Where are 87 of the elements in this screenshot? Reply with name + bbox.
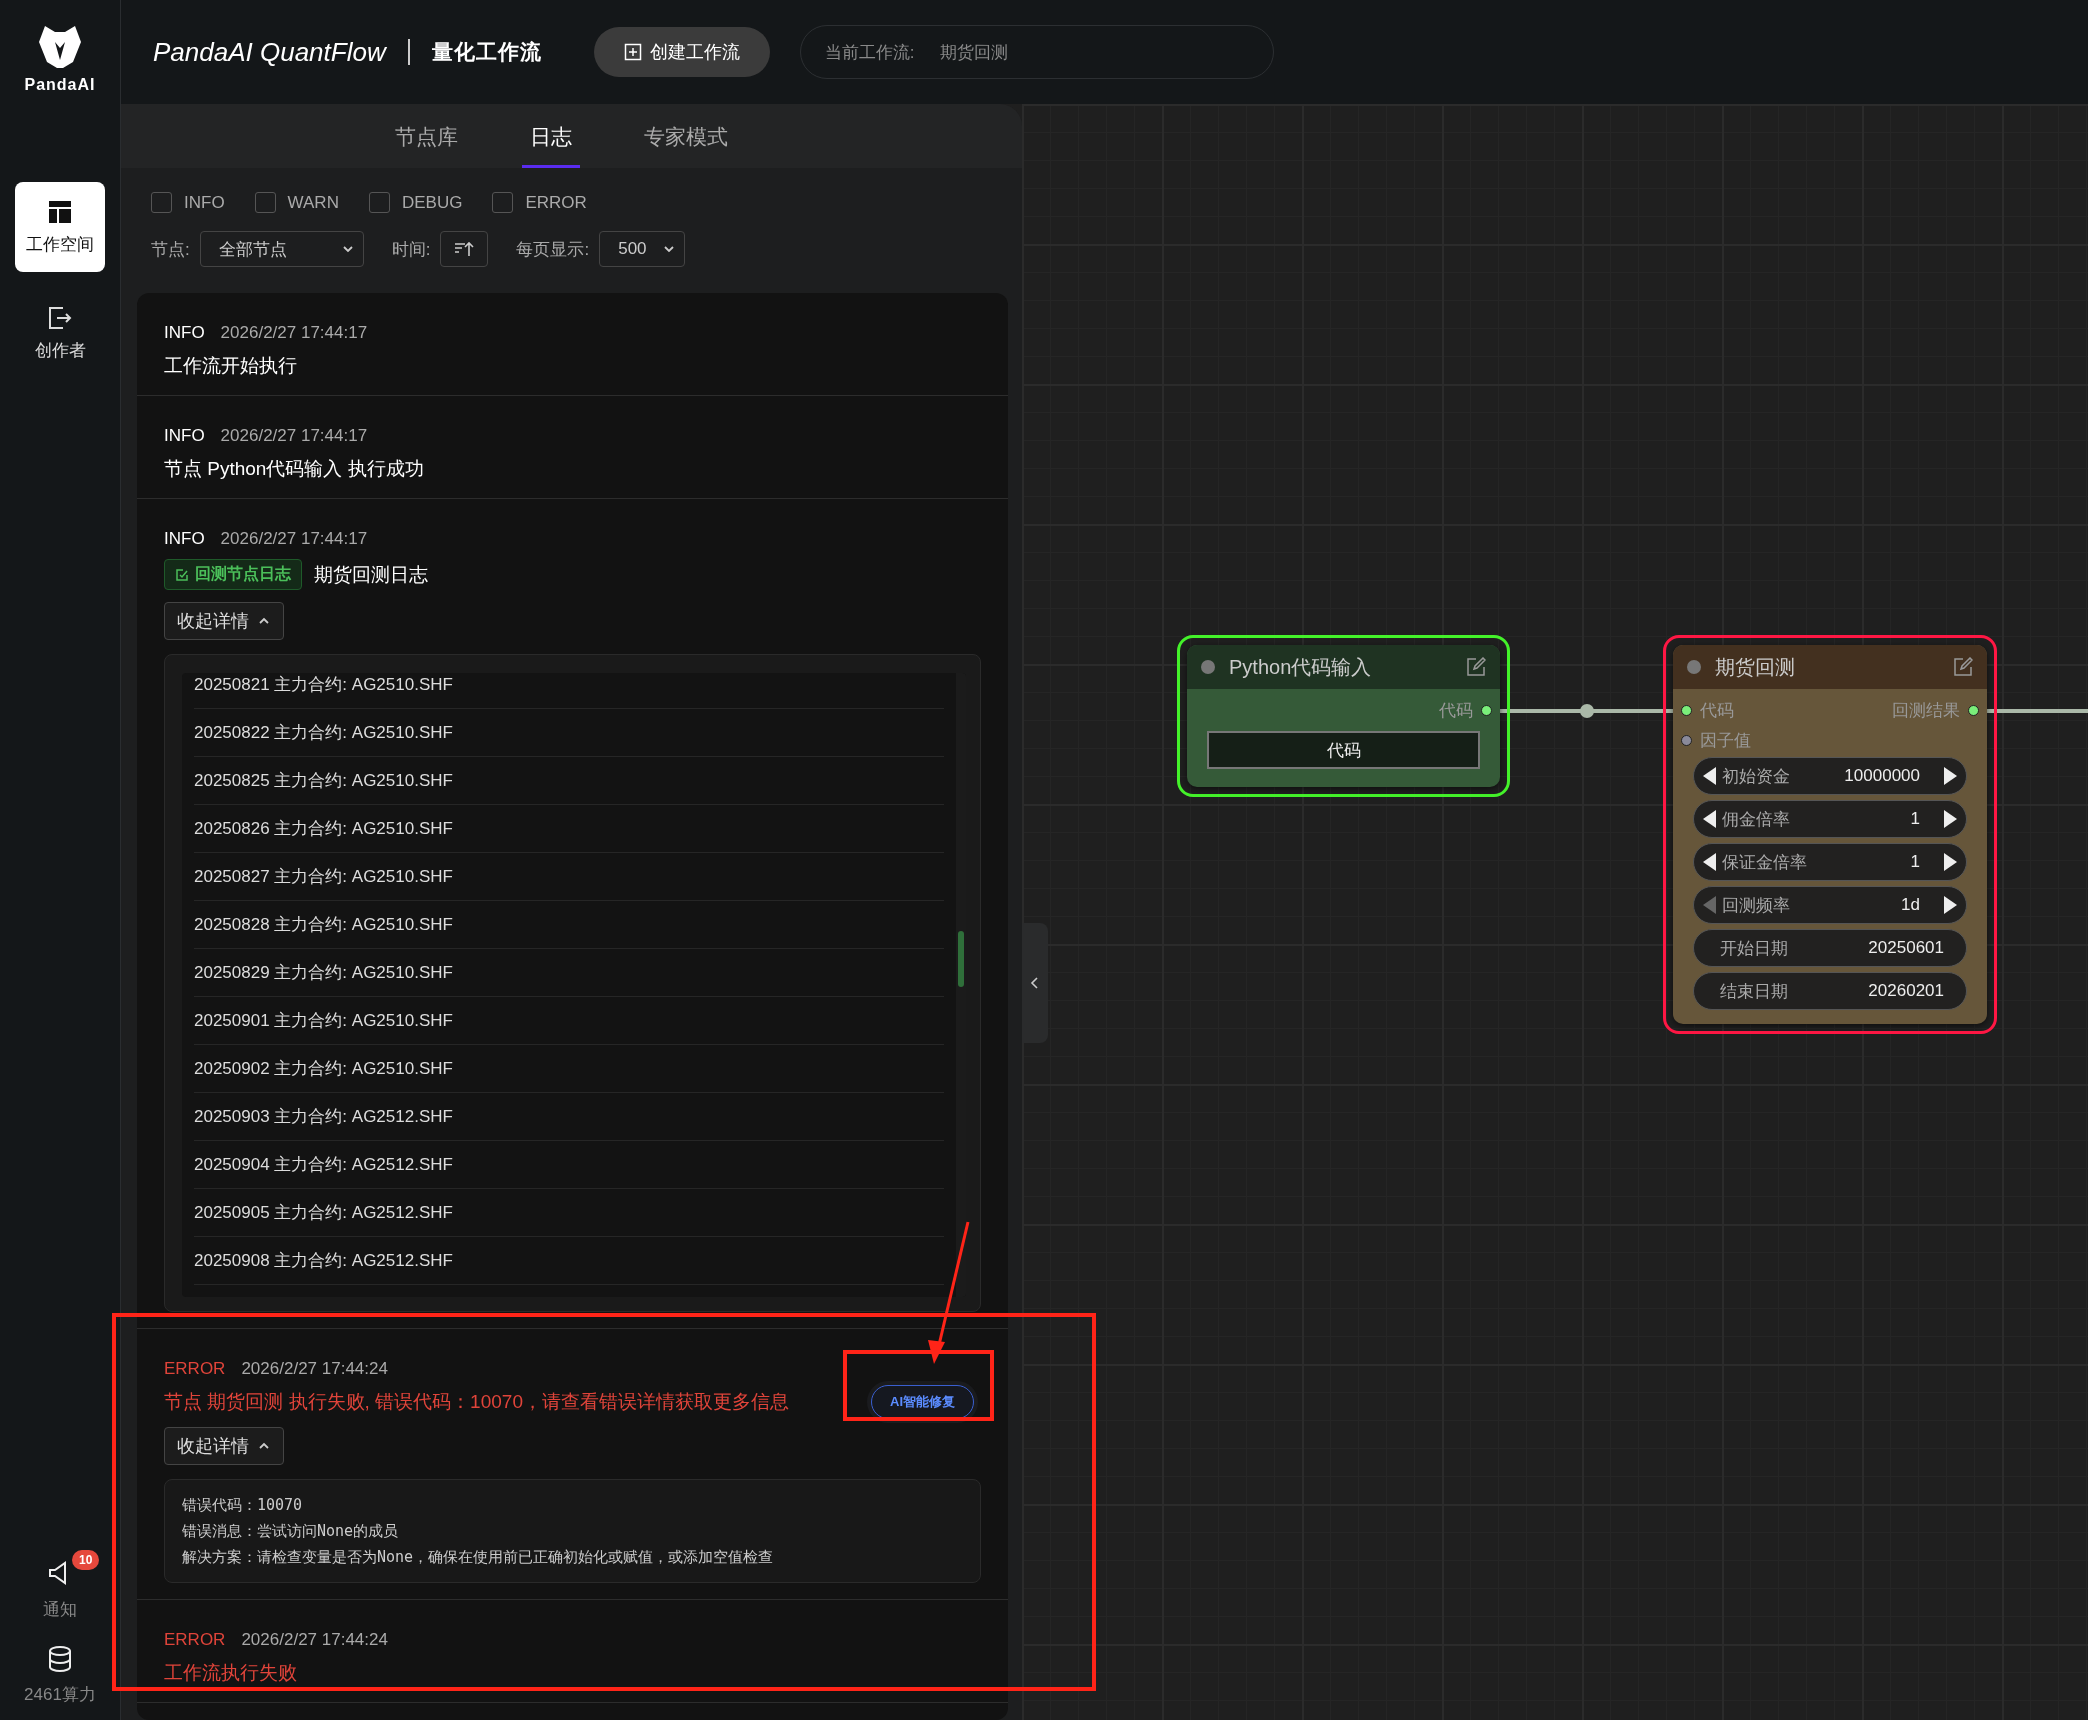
level-checkbox[interactable]: DEBUG <box>368 192 463 213</box>
number-stepper[interactable]: 初始资金 10000000 <box>1693 757 1967 795</box>
log-detail-line: 20250901 主力合约: AG2510.SHF <box>194 997 944 1045</box>
code-button[interactable]: 代码 <box>1207 731 1480 769</box>
date-field[interactable]: 结束日期 20260201 <box>1693 972 1967 1010</box>
edit-icon[interactable] <box>1953 657 1973 677</box>
log-time: 2026/2/27 17:44:17 <box>220 426 368 446</box>
panel-tab[interactable]: 节点库 <box>387 104 466 168</box>
collapse-details-button[interactable]: 收起详情 <box>164 602 284 640</box>
log-detail-line: 20250908 主力合约: AG2512.SHF <box>194 1237 944 1285</box>
scrollbar-thumb[interactable] <box>958 931 964 987</box>
log-time: 2026/2/27 17:44:24 <box>241 1630 388 1650</box>
app-subtitle: 量化工作流 <box>431 39 542 65</box>
level-checkbox[interactable]: ERROR <box>492 192 587 213</box>
log-detail-line: 20250821 主力合约: AG2510.SHF <box>194 673 944 709</box>
page-size-select[interactable]: 500 <box>599 231 686 267</box>
date-field[interactable]: 开始日期 20250601 <box>1693 929 1967 967</box>
level-checkbox[interactable]: INFO <box>151 192 225 213</box>
node-select[interactable]: 全部节点 <box>199 231 364 267</box>
log-detail-line: 20250825 主力合约: AG2510.SHF <box>194 757 944 805</box>
output-port[interactable] <box>1968 704 1979 716</box>
workflow-node[interactable]: 期货回测 代码 回测结果 因子值 初始资金 10000000 佣金倍率 1 保证金倍率 1 回测频率 1d 开始日期 20250601 结束日期 20260201 <box>1673 645 1987 1024</box>
log-message: 工作流开始执行 <box>164 354 297 378</box>
log-detail-line: 20250822 主力合约: AG2510.SHF <box>194 709 944 757</box>
port-label: 回测结果 <box>1892 699 1960 722</box>
log-message: 节点 期货回测 执行失败, 错误代码：10070，请查看错误详情获取更多信息 <box>164 1390 789 1414</box>
node-filter-label: 节点: <box>151 238 190 261</box>
node-title: 期货回测 <box>1715 654 1796 680</box>
log-detail-line: 20250828 主力合约: AG2510.SHF <box>194 901 944 949</box>
page-size-label: 每页显示: <box>516 238 590 261</box>
node-status-dot <box>1201 660 1215 674</box>
input-port[interactable] <box>1681 704 1692 716</box>
log-level: ERROR <box>164 1359 226 1379</box>
log-detail-line: 20250903 主力合约: AG2512.SHF <box>194 1093 944 1141</box>
number-stepper[interactable]: 回测频率 1d <box>1693 886 1967 924</box>
sidebar-item[interactable]: 工作空间 <box>15 182 105 272</box>
app-title: PandaAI QuantFlow <box>153 36 386 68</box>
compute-label: 2461算力 <box>24 1684 96 1706</box>
log-message: 工作流执行失败 <box>164 1661 297 1685</box>
logo-text: PandaAI <box>24 76 96 94</box>
node-log-tag: 回测节点日志 <box>164 559 302 590</box>
number-stepper[interactable]: 佣金倍率 1 <box>1693 800 1967 838</box>
layout-icon <box>47 198 73 225</box>
node-status-dot <box>1687 660 1701 674</box>
log-level: INFO <box>164 323 205 343</box>
log-detail-line: 20250904 主力合约: AG2512.SHF <box>194 1141 944 1189</box>
log-level: INFO <box>164 529 205 549</box>
port-label: 代码 <box>1700 699 1734 722</box>
edit-icon[interactable] <box>1466 657 1486 677</box>
panel-tab[interactable]: 专家模式 <box>636 104 736 168</box>
notifications-label[interactable]: 通知 <box>43 1598 77 1621</box>
log-detail-line: 20250902 主力合约: AG2510.SHF <box>194 1045 944 1093</box>
error-detail-line: 错误消息：尝试访问None的成员 <box>182 1521 400 1542</box>
log-time: 2026/2/27 17:44:24 <box>241 1359 388 1379</box>
input-port[interactable] <box>1681 734 1692 746</box>
log-level: ERROR <box>164 1630 226 1650</box>
output-port[interactable] <box>1481 704 1492 716</box>
panel-tab[interactable]: 日志 <box>522 104 580 168</box>
port-label: 代码 <box>1439 699 1473 722</box>
log-message: 节点 Python代码输入 执行成功 <box>164 457 424 481</box>
node-title: Python代码输入 <box>1229 654 1373 680</box>
log-time: 2026/2/27 17:44:17 <box>220 529 368 549</box>
notification-badge: 10 <box>72 1550 100 1570</box>
log-message: 期货回测日志 <box>314 562 428 587</box>
log-level: INFO <box>164 426 205 446</box>
log-detail-line: 20250829 主力合约: AG2510.SHF <box>194 949 944 997</box>
level-checkbox[interactable]: WARN <box>254 192 339 213</box>
sort-button[interactable] <box>440 231 489 267</box>
port-label: 因子值 <box>1700 729 1751 752</box>
time-label: 时间: <box>391 238 431 261</box>
plus-icon <box>623 43 642 61</box>
error-detail-line: 错误代码：10070 <box>182 1495 304 1516</box>
error-detail-line: 解决方案：请检查变量是否为None，确保在使用前已正确初始化或赋值，或添加空值检查 <box>182 1547 775 1568</box>
chevron-left-icon <box>1030 976 1040 990</box>
database-icon <box>47 1645 73 1673</box>
log-time: 2026/2/27 17:44:17 <box>220 323 368 343</box>
workflow-node[interactable]: Python代码输入 代码 代码 <box>1187 645 1500 787</box>
log-detail-line: 20250827 主力合约: AG2510.SHF <box>194 853 944 901</box>
check-icon <box>175 567 189 582</box>
collapse-details-button[interactable]: 收起详情 <box>164 1427 284 1465</box>
sidebar-item[interactable]: 创作者 <box>15 288 105 378</box>
log-detail-line: 20250826 主力合约: AG2510.SHF <box>194 805 944 853</box>
sort-icon <box>453 240 476 258</box>
create-workflow-button[interactable]: 创建工作流 <box>593 27 770 77</box>
exit-icon <box>47 304 73 331</box>
log-detail-line: 20250905 主力合约: AG2512.SHF <box>194 1189 944 1237</box>
number-stepper[interactable]: 保证金倍率 1 <box>1693 843 1967 881</box>
